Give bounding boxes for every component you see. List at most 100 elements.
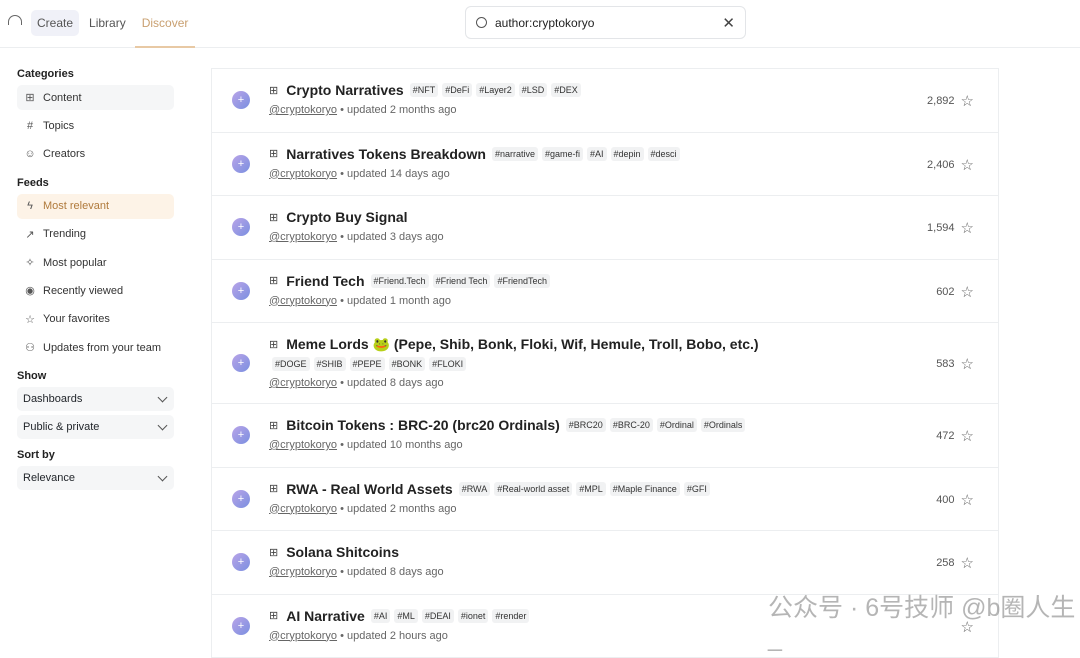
author-link[interactable]: @cryptokoryo bbox=[269, 377, 337, 389]
tag[interactable]: #render bbox=[492, 609, 529, 623]
list-item[interactable]: +⊞Crypto Narratives#NFT#DeFi#Layer2#LSD#… bbox=[212, 69, 998, 133]
dashboard-title[interactable]: AI Narrative bbox=[286, 608, 365, 624]
item-body: ⊞Solana Shitcoins@cryptokoryo • updated … bbox=[269, 544, 898, 578]
avatar[interactable]: + bbox=[232, 426, 250, 444]
tag[interactable]: #AI bbox=[587, 147, 607, 161]
star-icon[interactable]: ☆ bbox=[961, 92, 974, 110]
tag[interactable]: #Ordinal bbox=[657, 418, 697, 432]
star-icon[interactable]: ☆ bbox=[961, 156, 974, 174]
tag[interactable]: #Ordinals bbox=[701, 418, 746, 432]
item-body: ⊞Narratives Tokens Breakdown#narrative#g… bbox=[269, 146, 898, 180]
sort-dropdown[interactable]: Relevance bbox=[17, 466, 174, 490]
list-item[interactable]: +⊞RWA - Real World Assets#RWA#Real-world… bbox=[212, 468, 998, 532]
dashboard-icon: ⊞ bbox=[269, 274, 278, 287]
author-link[interactable]: @cryptokoryo bbox=[269, 168, 337, 180]
sidebar-item-favorites[interactable]: ☆Your favorites bbox=[17, 307, 174, 332]
dashboard-title[interactable]: Crypto Narratives bbox=[286, 82, 404, 98]
tag[interactable]: #ML bbox=[394, 609, 418, 623]
dashboard-title[interactable]: Meme Lords 🐸 (Pepe, Shib, Bonk, Floki, W… bbox=[286, 336, 758, 353]
tag[interactable]: #narrative bbox=[492, 147, 538, 161]
author-link[interactable]: @cryptokoryo bbox=[269, 231, 337, 243]
visibility-dropdown[interactable]: Public & private bbox=[17, 415, 174, 439]
avatar[interactable]: + bbox=[232, 155, 250, 173]
tag[interactable]: #LSD bbox=[519, 83, 548, 97]
avatar[interactable]: + bbox=[232, 282, 250, 300]
feeds-heading: Feeds bbox=[17, 177, 174, 189]
author-link[interactable]: @cryptokoryo bbox=[269, 503, 337, 515]
avatar[interactable]: + bbox=[232, 91, 250, 109]
tag[interactable]: #DEX bbox=[551, 83, 581, 97]
author-link[interactable]: @cryptokoryo bbox=[269, 104, 337, 116]
dashboard-title[interactable]: RWA - Real World Assets bbox=[286, 481, 452, 497]
star-icon[interactable]: ☆ bbox=[961, 491, 974, 509]
logo-icon[interactable] bbox=[8, 15, 22, 25]
tag[interactable]: #GFI bbox=[684, 482, 710, 496]
search-input[interactable] bbox=[495, 16, 722, 30]
avatar[interactable]: + bbox=[232, 490, 250, 508]
avatar[interactable]: + bbox=[232, 354, 250, 372]
type-dropdown[interactable]: Dashboards bbox=[17, 387, 174, 411]
list-item[interactable]: +⊞Narratives Tokens Breakdown#narrative#… bbox=[212, 133, 998, 197]
sidebar-item-label: Updates from your team bbox=[43, 342, 161, 354]
sidebar-item-most-popular[interactable]: ✧Most popular bbox=[17, 250, 174, 275]
tab-discover[interactable]: Discover bbox=[136, 10, 195, 36]
author-link[interactable]: @cryptokoryo bbox=[269, 630, 337, 642]
tag[interactable]: #ionet bbox=[458, 609, 489, 623]
tag[interactable]: #RWA bbox=[459, 482, 491, 496]
list-item[interactable]: +⊞Bitcoin Tokens : BRC-20 (brc20 Ordinal… bbox=[212, 404, 998, 468]
tag[interactable]: #DEAI bbox=[422, 609, 454, 623]
tag[interactable]: #Layer2 bbox=[476, 83, 515, 97]
clear-search-icon[interactable]: ✕ bbox=[722, 14, 735, 32]
author-link[interactable]: @cryptokoryo bbox=[269, 439, 337, 451]
tag[interactable]: #PEPE bbox=[350, 357, 385, 371]
author-link[interactable]: @cryptokoryo bbox=[269, 566, 337, 578]
tag[interactable]: #Maple Finance bbox=[610, 482, 680, 496]
tag[interactable]: #DOGE bbox=[272, 357, 310, 371]
sidebar-item-topics[interactable]: #Topics bbox=[17, 113, 174, 138]
star-icon[interactable]: ☆ bbox=[961, 554, 974, 572]
star-icon[interactable]: ☆ bbox=[961, 427, 974, 445]
sidebar-item-creators[interactable]: ☺Creators bbox=[17, 142, 174, 167]
tag[interactable]: #SHIB bbox=[314, 357, 346, 371]
tab-library[interactable]: Library bbox=[83, 10, 132, 36]
tab-create[interactable]: Create bbox=[31, 10, 79, 36]
sidebar-item-trending[interactable]: ↗Trending bbox=[17, 222, 174, 247]
tag[interactable]: #FriendTech bbox=[494, 274, 550, 288]
tag[interactable]: #Friend Tech bbox=[433, 274, 491, 288]
sidebar-item-team-updates[interactable]: ⚇Updates from your team bbox=[17, 335, 174, 360]
tag[interactable]: #AI bbox=[371, 609, 391, 623]
dashboard-title[interactable]: Bitcoin Tokens : BRC-20 (brc20 Ordinals) bbox=[286, 417, 560, 433]
star-icon[interactable]: ☆ bbox=[961, 283, 974, 301]
dashboard-title[interactable]: Crypto Buy Signal bbox=[286, 209, 407, 225]
sidebar-item-recently-viewed[interactable]: ◉Recently viewed bbox=[17, 278, 174, 303]
tag[interactable]: #Friend.Tech bbox=[371, 274, 429, 288]
tag[interactable]: #desci bbox=[648, 147, 680, 161]
avatar[interactable]: + bbox=[232, 617, 250, 635]
dashboard-title[interactable]: Narratives Tokens Breakdown bbox=[286, 146, 486, 162]
tag[interactable]: #BONK bbox=[389, 357, 426, 371]
tag[interactable]: #DeFi bbox=[442, 83, 472, 97]
list-item[interactable]: +⊞Crypto Buy Signal@cryptokoryo • update… bbox=[212, 196, 998, 260]
dashboard-title[interactable]: Solana Shitcoins bbox=[286, 544, 399, 560]
list-item[interactable]: +⊞Meme Lords 🐸 (Pepe, Shib, Bonk, Floki,… bbox=[212, 323, 998, 404]
sidebar-item-content[interactable]: ⊞Content bbox=[17, 85, 174, 110]
tag[interactable]: #BRC20 bbox=[566, 418, 606, 432]
tag[interactable]: #game-fi bbox=[542, 147, 583, 161]
star-icon[interactable]: ☆ bbox=[961, 219, 974, 237]
tag[interactable]: #Real-world asset bbox=[494, 482, 572, 496]
tag[interactable]: #FLOKI bbox=[429, 357, 466, 371]
list-item[interactable]: + ⊞ Friend Tech #Friend.Tech #Friend Tech#Fr… bbox=[212, 260, 998, 324]
tag[interactable]: #NFT bbox=[410, 83, 439, 97]
avatar[interactable]: + bbox=[232, 218, 250, 236]
results-list: +⊞Crypto Narratives#NFT#DeFi#Layer2#LSD#… bbox=[211, 68, 999, 658]
dashboard-title[interactable]: Friend Tech bbox=[286, 273, 364, 289]
list-item[interactable]: +⊞Solana Shitcoins@cryptokoryo • updated… bbox=[212, 531, 998, 595]
sidebar-item-most-relevant[interactable]: ϟMost relevant bbox=[17, 194, 174, 219]
author-link[interactable]: @cryptokoryo bbox=[269, 295, 337, 307]
favorites-count: 2,892☆ bbox=[927, 92, 974, 110]
tag[interactable]: #BRC-20 bbox=[610, 418, 653, 432]
tag[interactable]: #depin bbox=[611, 147, 644, 161]
tag[interactable]: #MPL bbox=[576, 482, 606, 496]
star-icon[interactable]: ☆ bbox=[961, 355, 974, 373]
avatar[interactable]: + bbox=[232, 553, 250, 571]
